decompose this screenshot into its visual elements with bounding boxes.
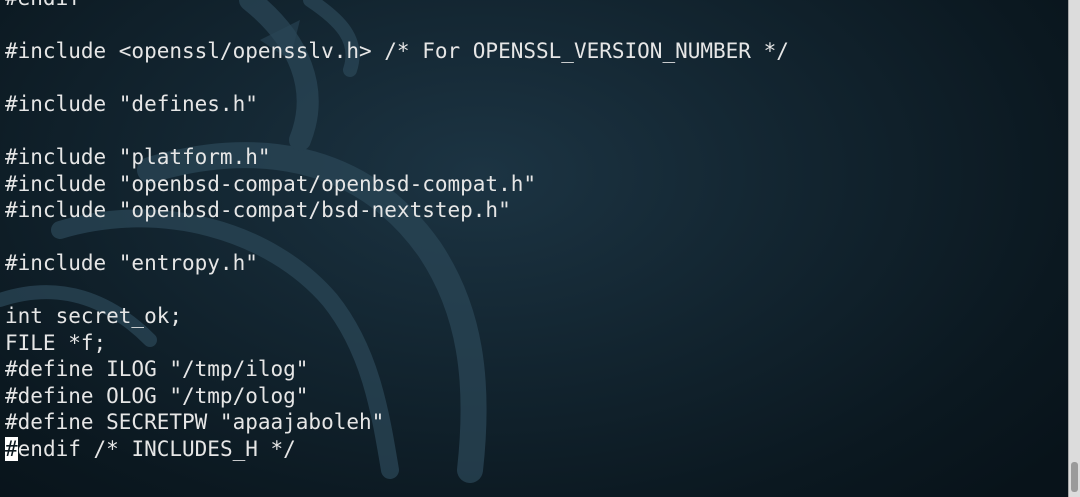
code-line: #include "openbsd-compat/openbsd-compat.… xyxy=(5,171,537,196)
code-line: #include <openssl/opensslv.h> /* For OPE… xyxy=(5,39,789,63)
code-buffer[interactable]: #endif #include <openssl/opensslv.h> /* F… xyxy=(5,0,789,462)
code-line: #define SECRETPW "apaajaboleh" xyxy=(5,410,385,434)
code-line: #endif xyxy=(5,0,789,12)
code-line: FILE *f; xyxy=(5,330,107,355)
code-line: #define OLOG "/tmp/olog" xyxy=(5,383,309,408)
cursor-line: #endif /* INCLUDES_H */ xyxy=(5,436,789,463)
terminal-window[interactable]: #endif #include <openssl/opensslv.h> /* F… xyxy=(0,0,1068,497)
vertical-scrollbar[interactable] xyxy=(1068,0,1080,497)
scrollbar-thumb[interactable] xyxy=(1071,462,1078,492)
text-cursor: # xyxy=(5,436,18,461)
code-line: #include "defines.h" xyxy=(5,92,258,116)
code-line: #define ILOG "/tmp/ilog" xyxy=(5,357,309,381)
code-line-text: endif /* INCLUDES_H */ xyxy=(17,436,296,461)
code-line: int secret_ok; xyxy=(5,304,183,328)
code-line: #include "openbsd-compat/bsd-nextstep.h" xyxy=(5,198,511,222)
code-line: #include "entropy.h" xyxy=(5,251,258,275)
code-line: #include "platform.h" xyxy=(5,145,271,169)
